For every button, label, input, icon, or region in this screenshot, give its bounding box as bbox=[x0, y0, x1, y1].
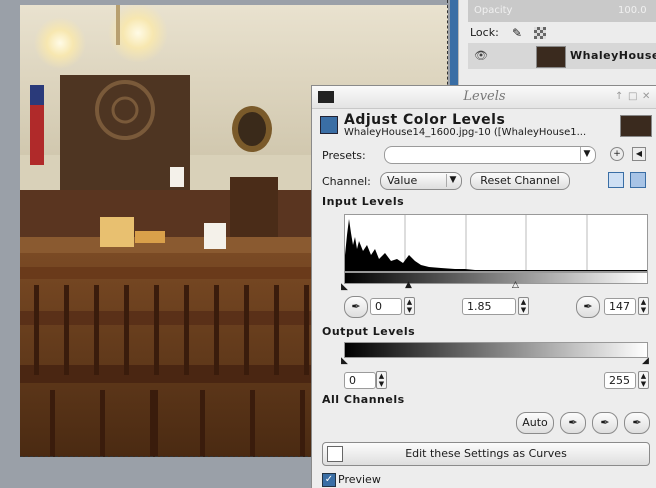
image-preview-thumbnail bbox=[620, 115, 652, 137]
dialog-heading: Adjust Color Levels bbox=[344, 112, 506, 128]
output-low-spinner[interactable]: ▲ ▼ bbox=[376, 371, 387, 389]
eyedropper-icon: ✒ bbox=[632, 416, 642, 429]
input-high-handle[interactable]: △ bbox=[512, 280, 519, 290]
eyedropper-icon: ✒ bbox=[351, 300, 361, 313]
opacity-value: 100.0 bbox=[618, 5, 647, 16]
input-low-field[interactable]: 0 bbox=[370, 298, 402, 315]
dialog-titlebar[interactable]: Levels ↑ □ ✕ bbox=[312, 86, 656, 109]
output-high-value: 255 bbox=[609, 374, 630, 387]
linear-histogram-icon[interactable] bbox=[608, 172, 624, 188]
output-levels-label: Output Levels bbox=[322, 325, 416, 338]
lock-row: Lock: ✎ bbox=[468, 24, 656, 42]
input-gradient-bar bbox=[344, 272, 648, 284]
black-picker-button[interactable]: ✒ bbox=[560, 412, 586, 434]
channel-combo[interactable]: Value ▼ bbox=[380, 172, 462, 190]
histogram-graph bbox=[345, 215, 647, 271]
lock-label: Lock: bbox=[470, 26, 499, 39]
lock-pixels-icon[interactable]: ✎ bbox=[512, 26, 522, 40]
gray-picker-button[interactable]: ✒ bbox=[592, 412, 618, 434]
maximize-up-icon[interactable]: ↑ bbox=[615, 91, 623, 102]
dialog-subheading: WhaleyHouse14_1600.jpg-10 ([WhaleyHouse1… bbox=[344, 127, 587, 138]
add-preset-icon[interactable]: + bbox=[610, 147, 624, 161]
eyedropper-icon: ✒ bbox=[600, 416, 610, 429]
preview-checkbox[interactable]: ✓ bbox=[322, 473, 336, 487]
chevron-down-icon[interactable]: ▼ bbox=[580, 147, 593, 161]
chevron-down-icon[interactable]: ▼ bbox=[446, 174, 459, 187]
auto-button[interactable]: Auto bbox=[516, 412, 554, 434]
input-low-spinner[interactable]: ▲ ▼ bbox=[404, 297, 415, 315]
input-gamma-spinner[interactable]: ▲ ▼ bbox=[518, 297, 529, 315]
preset-menu-icon[interactable]: ◀ bbox=[632, 147, 646, 161]
white-point-picker-button[interactable]: ✒ bbox=[576, 296, 600, 318]
restore-icon[interactable]: □ bbox=[628, 91, 637, 102]
input-gamma-value: 1.85 bbox=[467, 300, 492, 313]
levels-dialog: Levels ↑ □ ✕ Adjust Color Levels WhaleyH… bbox=[311, 85, 656, 488]
eyedropper-icon: ✒ bbox=[583, 300, 593, 313]
log-histogram-icon[interactable] bbox=[630, 172, 646, 188]
input-high-field[interactable]: 147 bbox=[604, 298, 636, 315]
output-gradient-bar bbox=[344, 342, 648, 358]
output-low-value: 0 bbox=[349, 374, 356, 387]
channel-value: Value bbox=[387, 174, 418, 187]
input-high-spinner[interactable]: ▲ ▼ bbox=[638, 297, 649, 315]
layer-row[interactable]: 👁 WhaleyHouse bbox=[468, 43, 656, 69]
lock-alpha-icon[interactable] bbox=[534, 27, 546, 39]
channel-label: Channel: bbox=[322, 175, 371, 188]
input-high-value: 147 bbox=[609, 300, 630, 313]
output-low-handle[interactable]: ◣ bbox=[341, 356, 348, 366]
presets-label: Presets: bbox=[322, 149, 366, 162]
layer-thumbnail bbox=[536, 46, 566, 68]
output-high-field[interactable]: 255 bbox=[604, 372, 636, 389]
close-icon[interactable]: ✕ bbox=[642, 91, 650, 102]
histogram[interactable] bbox=[344, 214, 648, 272]
presets-combo[interactable]: ▼ bbox=[384, 146, 596, 164]
levels-tool-icon bbox=[320, 116, 338, 134]
input-low-value: 0 bbox=[375, 300, 382, 313]
window-title: Levels bbox=[463, 89, 506, 104]
black-point-picker-button[interactable]: ✒ bbox=[344, 296, 368, 318]
all-channels-label: All Channels bbox=[322, 393, 405, 406]
input-low-handle[interactable]: ◣ bbox=[341, 282, 348, 292]
edit-as-curves-button[interactable]: Edit these Settings as Curves bbox=[322, 442, 650, 466]
output-low-field[interactable]: 0 bbox=[344, 372, 376, 389]
input-gamma-field[interactable]: 1.85 bbox=[462, 298, 516, 315]
input-levels-label: Input Levels bbox=[322, 195, 405, 208]
layer-name: WhaleyHouse bbox=[570, 49, 656, 62]
visibility-eye-icon[interactable]: 👁 bbox=[474, 49, 488, 62]
eyedropper-icon: ✒ bbox=[568, 416, 578, 429]
output-high-handle[interactable]: ◢ bbox=[642, 356, 649, 366]
opacity-label: Opacity bbox=[474, 5, 513, 16]
output-high-spinner[interactable]: ▲ ▼ bbox=[638, 371, 649, 389]
input-gamma-handle[interactable]: ▲ bbox=[405, 280, 412, 290]
preview-label[interactable]: Preview bbox=[338, 473, 381, 486]
white-picker-button[interactable]: ✒ bbox=[624, 412, 650, 434]
reset-channel-button[interactable]: Reset Channel bbox=[470, 172, 570, 190]
edit-as-curves-label: Edit these Settings as Curves bbox=[405, 447, 567, 460]
layers-mode-row[interactable]: Opacity 100.0 bbox=[468, 0, 656, 22]
